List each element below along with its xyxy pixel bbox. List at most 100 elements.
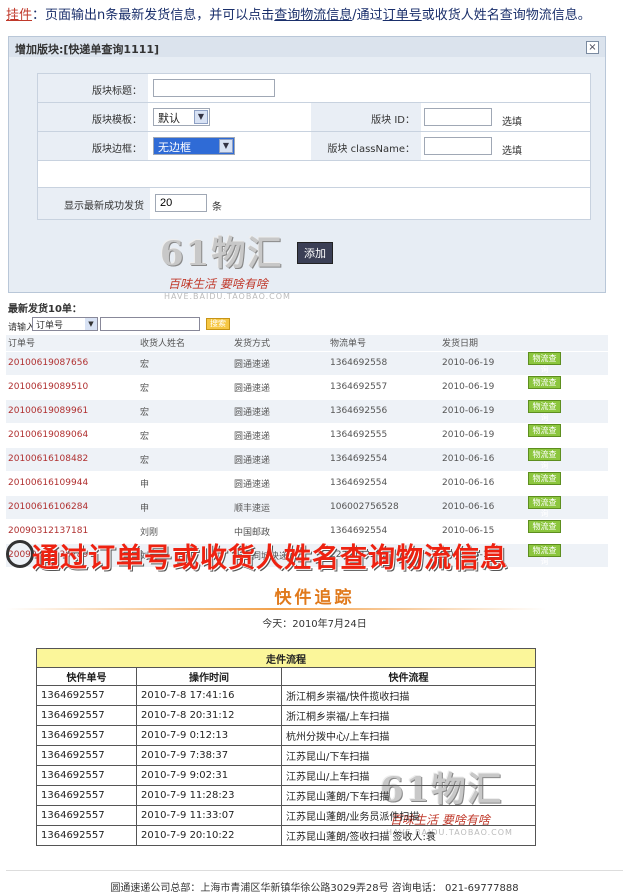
recipient-name-cell: 宏 [138, 422, 232, 447]
operation-time-cell: 2010-7-9 0:12:13 [136, 725, 282, 746]
table-row: 1364692557 2010-7-9 0:12:13 杭州分拨中心/上车扫描 [36, 725, 536, 746]
ship-date-cell: 2010-06-16 [440, 446, 526, 471]
block-settings-form: 版块标题： 版块模板： 默认 ▼ 版块 ID： 选填 版块边框： 无边框 ▼ 版… [37, 73, 591, 189]
logistics-query-button[interactable]: 物流查询 [528, 351, 561, 374]
waybill-number-cell: 1364692557 [36, 685, 137, 706]
border-select[interactable]: 无边框 ▼ [153, 137, 235, 155]
search-field-value: 订单号 [36, 321, 64, 331]
today-date: 今天：2010年7月24日 [262, 619, 367, 630]
recent-shipments-title: 最新发货10单： [8, 304, 82, 315]
column-header: 快件单号 [36, 667, 137, 686]
shipping-method-cell: 圆通速递 [232, 422, 328, 447]
order-number-cell[interactable]: 20100616109944 [6, 470, 138, 495]
column-header [526, 335, 608, 351]
table-row: 1364692557 2010-7-9 9:02:31 江苏昆山/上车扫描 [36, 765, 536, 786]
search-field-select[interactable]: 订单号 ▼ [32, 317, 98, 331]
logistics-query-button[interactable]: 物流查询 [528, 375, 561, 398]
table-header-row: 订单号 收货人姓名 发货方式 物流单号 发货日期 [6, 335, 608, 351]
table-row: 1364692557 2010-7-9 7:38:37 江苏昆山/下车扫描 [36, 745, 536, 766]
operation-time-cell: 2010-7-9 7:38:37 [136, 745, 282, 766]
tracking-number-cell: 1364692554 [328, 446, 440, 471]
tracking-table: 走件流程 快件单号 操作时间 快件流程 1364692557 2010-7-8 1… [36, 648, 536, 846]
logistics-query-button[interactable]: 物流查询 [528, 519, 561, 542]
tracking-number-cell: 1364692554 [328, 470, 440, 495]
order-number-cell[interactable]: 20100616108482 [6, 446, 138, 471]
logistics-query-button[interactable]: 物流查询 [528, 399, 561, 422]
order-number-link[interactable]: 订单号 [383, 8, 422, 23]
watermark-slogan: 百味生活 要啥有啥 [168, 277, 268, 291]
chevron-down-icon: ▼ [219, 139, 233, 153]
table-row: 1364692557 2010-7-8 17:41:16 浙江桐乡崇福/快件揽收扫描 [36, 685, 536, 706]
template-label: 版块模板： [92, 115, 142, 126]
close-icon[interactable]: × [586, 41, 599, 54]
table-row: 20100619089961 宏圆通速递 1364692556 2010-06-19 物… [6, 398, 608, 423]
order-number-cell[interactable]: 20100619087656 [6, 350, 138, 375]
border-row: 版块边框： 无边框 ▼ 版块 className： 选填 [38, 132, 590, 161]
block-id-input[interactable] [424, 108, 492, 126]
separator: ： [32, 8, 46, 23]
ship-date-cell: 2010-06-19 [440, 398, 526, 423]
query-logistics-link[interactable]: 查询物流信息 [274, 8, 352, 23]
column-header: 操作时间 [136, 667, 282, 686]
tracking-number-cell: 1364692558 [328, 350, 440, 375]
logo-icon [6, 540, 34, 568]
order-number-cell[interactable]: 20100619089961 [6, 398, 138, 423]
ship-date-cell: 2010-06-16 [440, 470, 526, 495]
order-number-cell[interactable]: 20100616106284 [6, 494, 138, 519]
operation-time-cell: 2010-7-9 11:33:07 [136, 805, 282, 826]
intro-text-3: 或收货人姓名查询物流信息。 [421, 8, 591, 23]
class-name-input[interactable] [424, 137, 492, 155]
action-cell: 物流查询 [526, 470, 608, 495]
search-button[interactable]: 搜索 [206, 318, 230, 330]
tracking-number-cell: 106002756528 [328, 494, 440, 519]
title-row: 版块标题： [38, 74, 590, 103]
shipping-method-cell: 顺丰速运 [232, 494, 328, 519]
table-row: 1364692557 2010-7-8 20:31:12 浙江桐乡崇福/上车扫描 [36, 705, 536, 726]
ship-date-cell: 2010-06-19 [440, 350, 526, 375]
column-header: 快件流程 [281, 667, 536, 686]
logistics-query-button[interactable]: 物流查询 [528, 495, 561, 518]
column-header: 发货日期 [440, 335, 526, 351]
table-header-row: 快件单号 操作时间 快件流程 [36, 667, 536, 686]
widget-label[interactable]: 挂件 [6, 8, 32, 23]
block-title-input[interactable] [153, 79, 275, 97]
tracking-title: 快件追踪 [274, 588, 355, 608]
search-input[interactable] [100, 317, 200, 331]
action-cell: 物流查询 [526, 398, 608, 423]
operation-time-cell: 2010-7-9 20:10:22 [136, 825, 282, 846]
shipment-count-box: 显示最新成功发货 条 [37, 187, 591, 220]
recipient-name-cell: 宏 [138, 350, 232, 375]
process-cell: 江苏昆山/上车扫描 [281, 765, 536, 786]
banner-text: 通过订单号或收货人姓名查询物流信息 [32, 543, 508, 574]
watermark: 61物汇 百味生活 要啥有啥 HAVE.BAIDU.TAOBAO.COM [160, 226, 340, 301]
logistics-query-button[interactable]: 物流查询 [528, 447, 561, 470]
action-cell: 物流查询 [526, 374, 608, 399]
order-number-cell[interactable]: 20100619089510 [6, 374, 138, 399]
waybill-number-cell: 1364692557 [36, 765, 137, 786]
action-cell: 物流查询 [526, 422, 608, 447]
order-number-cell[interactable]: 20100619089064 [6, 422, 138, 447]
ship-date-cell: 2010-06-19 [440, 422, 526, 447]
shipment-count-input[interactable] [155, 194, 207, 212]
process-cell: 江苏昆山蓬朗/签收扫描 签收人:袁 [281, 825, 536, 846]
table-caption-row: 走件流程 [36, 648, 536, 668]
border-label: 版块边框： [92, 144, 142, 155]
dialog-title: 增加版块:[快递单查询1111] [9, 37, 605, 57]
ship-date-cell: 2010-06-16 [440, 494, 526, 519]
template-select[interactable]: 默认 ▼ [153, 108, 210, 126]
logistics-query-button[interactable]: 物流查询 [528, 423, 561, 446]
logistics-query-button[interactable]: 物流查询 [528, 471, 561, 494]
table-row: 1364692557 2010-7-9 11:33:07 江苏昆山蓬朗/业务员派件扫… [36, 805, 536, 826]
table-row: 20100616106284 申顺丰速运 106002756528 2010-06-1… [6, 494, 608, 519]
table-row: 1364692557 2010-7-9 20:10:22 江苏昆山蓬朗/签收扫描 签… [36, 825, 536, 846]
shipment-count-unit: 条 [212, 202, 222, 213]
recipient-name-cell: 宏 [138, 374, 232, 399]
intro-line: 挂件：页面输出n条最新发货信息，并可以点击查询物流信息/通过订单号或收货人姓名查… [6, 4, 626, 23]
shipping-method-cell: 圆通速递 [232, 446, 328, 471]
process-cell: 杭州分拨中心/上车扫描 [281, 725, 536, 746]
recipient-name-cell: 宏 [138, 446, 232, 471]
tracking-number-cell: 1364692557 [328, 374, 440, 399]
recent-shipments-table: 订单号 收货人姓名 发货方式 物流单号 发货日期 20100619087656 宏… [6, 335, 608, 567]
column-header: 发货方式 [232, 335, 328, 351]
tracking-number-cell: 1364692555 [328, 422, 440, 447]
